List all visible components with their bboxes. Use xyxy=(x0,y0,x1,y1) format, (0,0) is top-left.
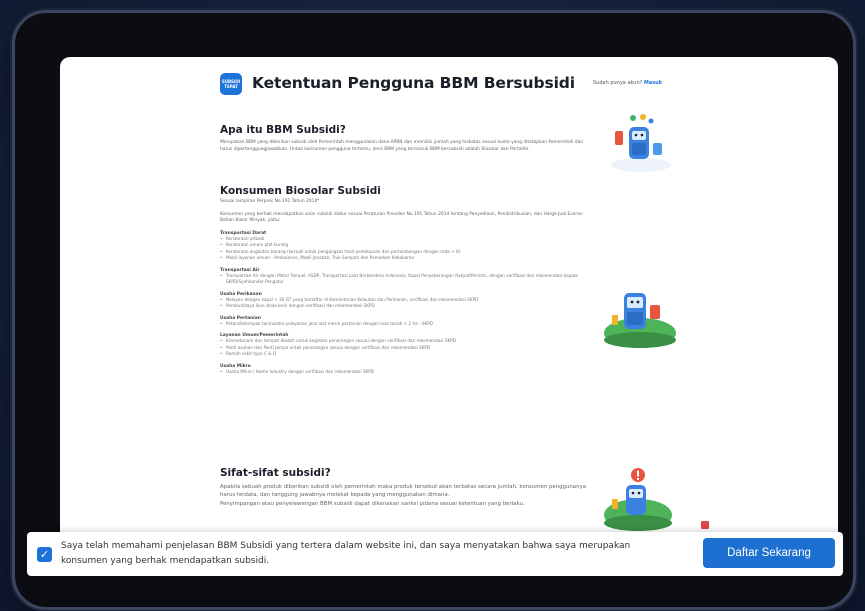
group-usaha-pertanian: Usaha Pertanian Petani/kelompok tani/usa… xyxy=(220,316,590,328)
register-button[interactable]: Daftar Sekarang xyxy=(703,538,835,568)
consent-bar: ✓ Saya telah memahami penjelasan BBM Sub… xyxy=(27,532,843,576)
consent-text: Saya telah memahami penjelasan BBM Subsi… xyxy=(61,541,631,566)
fuel-pump-illustration-1 xyxy=(611,114,671,172)
section-body: Merupakan BBM yang diberikan subsidi ole… xyxy=(220,140,584,152)
browser-screen: SUBSIDI TEPAT Ketentuan Pengguna BBM Ber… xyxy=(60,57,838,549)
page-header: SUBSIDI TEPAT Ketentuan Pengguna BBM Ber… xyxy=(220,73,680,99)
page-content: SUBSIDI TEPAT Ketentuan Pengguna BBM Ber… xyxy=(220,57,680,549)
login-prompt-text: Sudah punya akun? xyxy=(593,80,643,86)
consent-checkbox[interactable]: ✓ xyxy=(37,547,52,562)
list-item: Petani/kelompok tani/usaha pelayanan jas… xyxy=(220,321,590,328)
subsidi-tepat-logo[interactable]: SUBSIDI TEPAT xyxy=(220,73,242,95)
group-usaha-mikro: Usaha Mikro Usaha Mikro / Home Industry … xyxy=(220,364,590,376)
group-usaha-perikanan: Usaha Perikanan Nelayan dengan kapal < 3… xyxy=(220,292,590,310)
section-intro: Konsumen yang berhak mendapatkan solar s… xyxy=(220,211,583,224)
group-list: Usaha Mikro / Home Industry dengan verif… xyxy=(220,369,590,376)
group-list: Transportasi Air dengan Motor Tempel, AS… xyxy=(220,273,590,286)
section-title: Sifat-sifat subsidi? xyxy=(220,467,331,479)
page-title: Ketentuan Pengguna BBM Bersubsidi xyxy=(252,74,575,92)
section-body: Apabila sebuah produk diberikan subsidi … xyxy=(220,484,587,499)
list-item: Mobil layanan umum - Ambulance, Mobil Je… xyxy=(220,255,590,262)
group-transportasi-air: Transportasi Air Transportasi Air dengan… xyxy=(220,268,590,286)
login-prompt: Sudah punya akun? Masuk xyxy=(593,80,662,86)
list-item: Transportasi Air dengan Motor Tempel, AS… xyxy=(220,273,590,286)
list-item: Usaha Mikro / Home Industry dengan verif… xyxy=(220,369,590,376)
group-list: Nelayan dengan kapal < 30 GT yang terdaf… xyxy=(220,297,590,310)
login-link[interactable]: Masuk xyxy=(644,80,662,86)
fuel-pump-warning-illustration xyxy=(604,468,672,531)
tablet-frame: SUBSIDI TEPAT Ketentuan Pengguna BBM Ber… xyxy=(12,10,856,610)
list-item: Rumah sakit type C & D xyxy=(220,351,590,358)
section-title: Konsumen Biosolar Subsidi xyxy=(220,185,381,197)
fuel-pump-illustration-2 xyxy=(604,293,676,348)
list-item: Pembudidaya ikan skala kecil dengan veri… xyxy=(220,303,590,310)
section-konsumen: Konsumen Biosolar Subsidi Sesuai lampira… xyxy=(220,185,590,375)
group-list: Krematorium dan tempat ibadah untuk kegi… xyxy=(220,338,590,358)
section-subtitle: Sesuai lampiran Perpres No.191 Tahun 201… xyxy=(220,199,320,204)
group-layanan-umum: Layanan Umum/Pemerintah Krematorium dan … xyxy=(220,333,590,358)
section-apa-itu: Apa itu BBM Subsidi? Merupakan BBM yang … xyxy=(220,124,590,153)
group-list: Petani/kelompok tani/usaha pelayanan jas… xyxy=(220,321,590,328)
help-chat-icon[interactable] xyxy=(699,519,711,531)
group-transportasi-darat: Transportasi Darat Kendaraan pribadi Ken… xyxy=(220,231,590,262)
section-body-2: Penyimpangan atau penyelewengan BBM subs… xyxy=(220,500,525,507)
section-title: Apa itu BBM Subsidi? xyxy=(220,124,346,136)
section-sifat: Sifat-sifat subsidi? Apabila sebuah prod… xyxy=(220,467,590,508)
group-list: Kendaraan pribadi Kendaraan umum plat ku… xyxy=(220,236,590,262)
